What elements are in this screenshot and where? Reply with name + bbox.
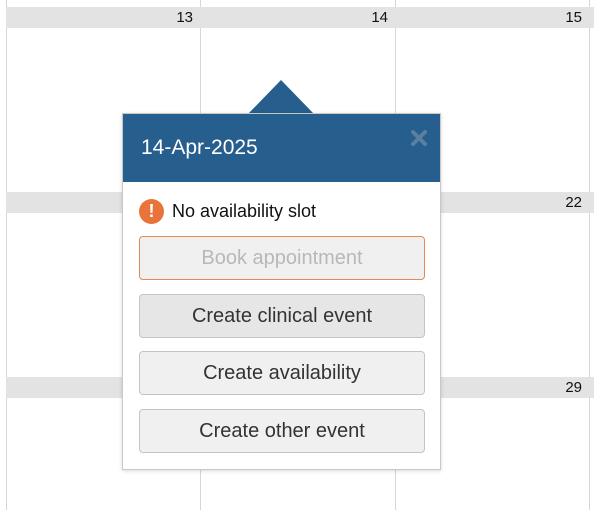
- create-clinical-event-button[interactable]: Create clinical event: [139, 294, 425, 338]
- create-availability-button[interactable]: Create availability: [139, 351, 425, 395]
- day-22[interactable]: 22: [542, 193, 582, 213]
- column-divider: [6, 0, 7, 510]
- popup-pointer: [248, 80, 314, 114]
- week-header-bar: [6, 7, 594, 28]
- popup-header: 14-Apr-2025: [123, 114, 440, 182]
- book-appointment-button[interactable]: Book appointment: [139, 236, 425, 280]
- create-other-event-button[interactable]: Create other event: [139, 409, 425, 453]
- popup-date-title: 14-Apr-2025: [141, 136, 258, 159]
- close-icon[interactable]: [410, 129, 428, 147]
- day-action-popup: 14-Apr-2025 ! No availability slot Book …: [122, 113, 441, 470]
- day-29[interactable]: 29: [542, 378, 582, 398]
- day-14[interactable]: 14: [348, 8, 388, 28]
- column-divider: [589, 0, 590, 510]
- warning-icon: !: [139, 198, 164, 224]
- day-13[interactable]: 13: [153, 8, 193, 28]
- day-15[interactable]: 15: [542, 8, 582, 28]
- availability-status: ! No availability slot: [139, 198, 316, 224]
- status-text: No availability slot: [172, 200, 317, 221]
